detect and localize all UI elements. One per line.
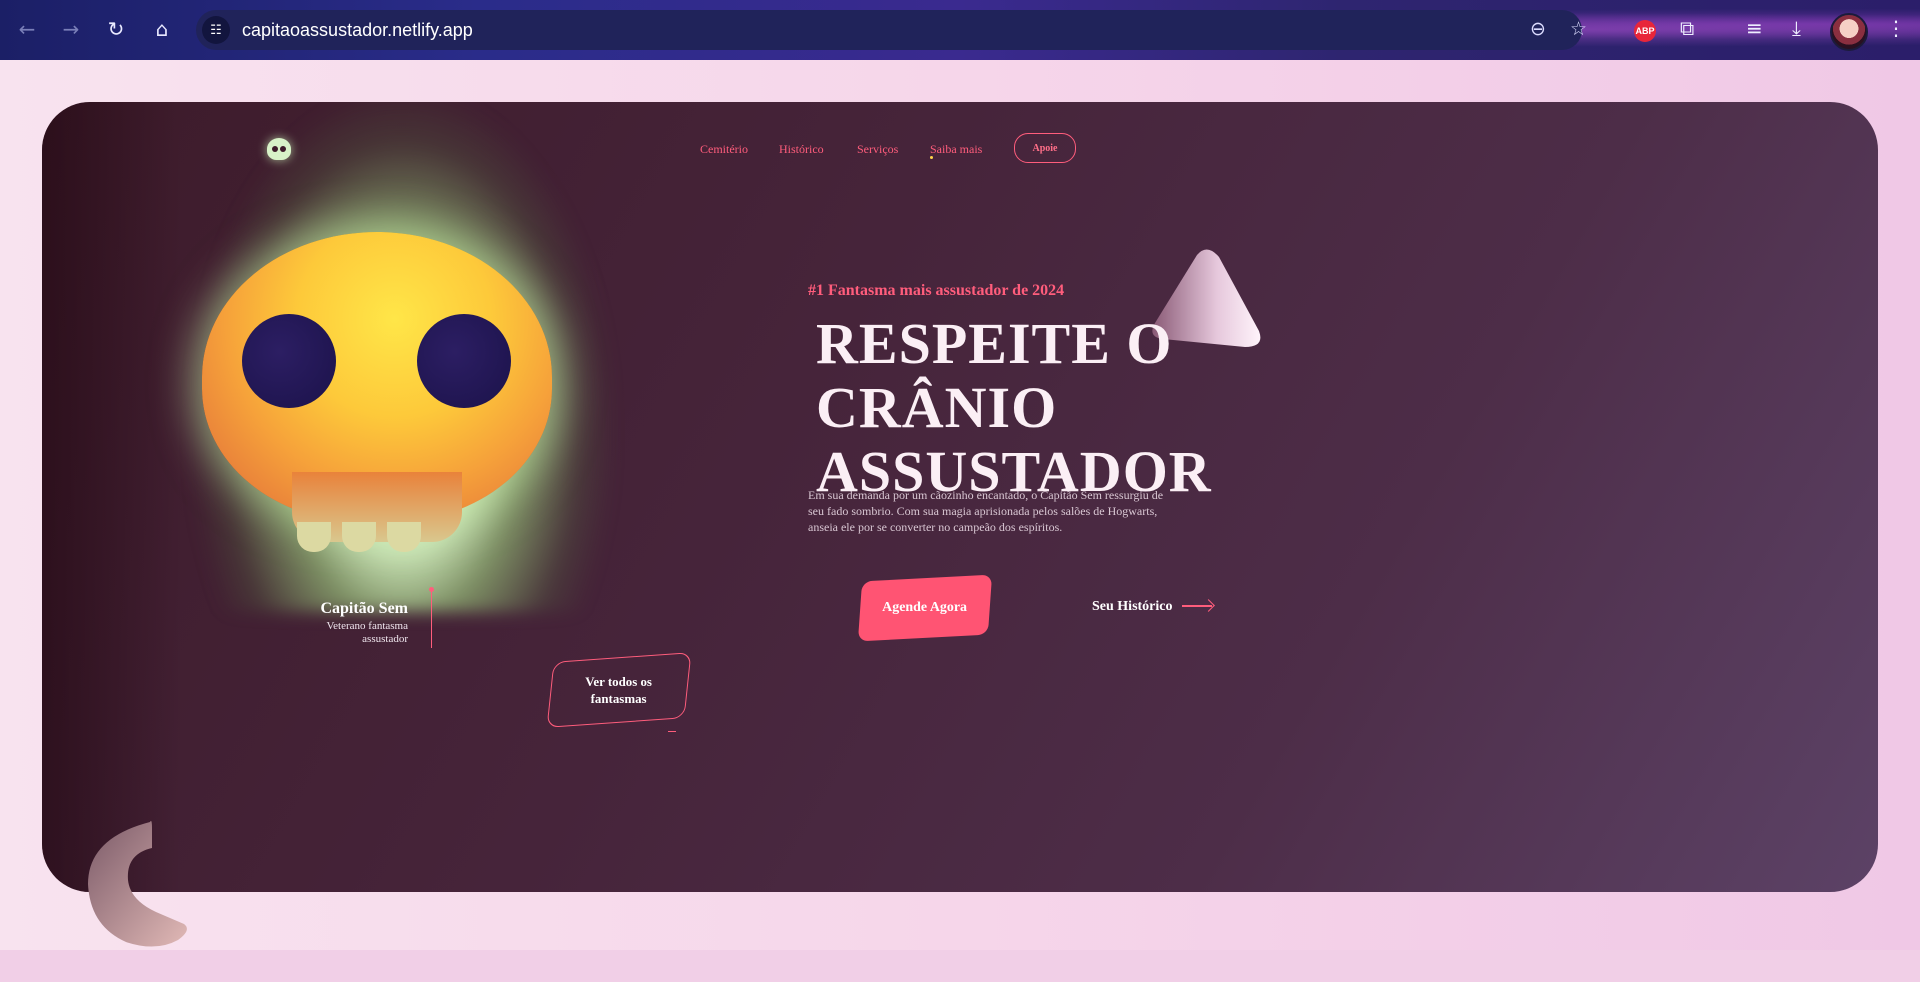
skull-eye-right (417, 314, 511, 408)
seu-historico-link[interactable]: Seu Histórico (1092, 599, 1173, 615)
adblock-extension-icon[interactable]: ABP (1634, 20, 1656, 42)
nav-item-saiba-mais[interactable]: Saiba mais (930, 142, 982, 157)
skull-tooth (297, 522, 331, 552)
nav-item-historico[interactable]: Histórico (779, 142, 824, 157)
hero-title-line: RESPEITE O (816, 311, 1173, 376)
browser-menu-icon[interactable]: ⋮ (1886, 16, 1906, 40)
page-bottom-strip (0, 950, 1920, 982)
site-info-icon: ☷ (210, 22, 222, 38)
profile-divider (429, 587, 434, 648)
profile-avatar[interactable] (1830, 13, 1868, 51)
ver-todos-line: Ver todos os (585, 674, 653, 690)
address-bar[interactable]: ☷ capitaoassustador.netlify.app ⊖ ☆ (196, 10, 1587, 50)
agende-agora-button[interactable]: Agende Agora (857, 574, 993, 642)
profile-name: Capitão Sem (320, 600, 408, 617)
skull-tooth (387, 522, 421, 552)
skull-illustration (202, 232, 552, 552)
forward-arrow-icon: → (62, 17, 80, 41)
url-text[interactable]: capitaoassustador.netlify.app (242, 20, 473, 41)
profile-subtitle-line: assustador (362, 633, 408, 645)
browser-toolbar: ← → ↻ ⌂ ☷ capitaoassustador.netlify.app … (0, 0, 1920, 60)
forward-button[interactable]: → (56, 14, 86, 44)
nav-item-servicos[interactable]: Serviços (857, 142, 898, 157)
media-control-icon[interactable]: ≡ (1746, 16, 1763, 40)
decorative-dash (668, 731, 676, 732)
c-shape-decoration (86, 818, 196, 953)
profile-subtitle-line: Veterano fantasma (326, 620, 408, 632)
zoom-icon[interactable]: ⊖ (1530, 18, 1546, 40)
arrow-right-icon (1182, 605, 1212, 607)
skull-eye-left (242, 314, 336, 408)
agende-agora-label: Agende Agora (882, 600, 968, 615)
hero-title: RESPEITE O CRÂNIO ASSUSTADOR (816, 312, 1316, 504)
ver-todos-fantasmas-button[interactable]: Ver todos os fantasmas (546, 652, 692, 728)
back-arrow-icon: ← (18, 17, 36, 41)
hero-description: Em sua demanda por um cãozinho encantado… (808, 488, 1164, 534)
extensions-icon[interactable]: ⧉ (1680, 16, 1694, 40)
profile-subtitle: Veterano fantasma assustador (282, 620, 408, 646)
home-button[interactable]: ⌂ (147, 14, 177, 44)
back-button[interactable]: ← (12, 14, 42, 44)
ver-todos-line: fantasmas (591, 690, 647, 706)
nav-active-dot (930, 156, 933, 159)
skull-logo-icon[interactable] (267, 138, 291, 160)
home-icon: ⌂ (155, 17, 169, 41)
downloads-icon[interactable]: ⤓ (1792, 16, 1801, 40)
bookmark-star-icon[interactable]: ☆ (1570, 18, 1587, 40)
nav-item-cemiterio[interactable]: Cemitério (700, 142, 748, 157)
hero-title-line: CRÂNIO (816, 375, 1058, 440)
reload-icon: ↻ (107, 17, 125, 41)
apoie-button[interactable]: Apoie (1014, 133, 1076, 163)
hero-card: Cemitério Histórico Serviços Saiba mais … (42, 102, 1878, 892)
site-info-button[interactable]: ☷ (202, 16, 230, 44)
skull-tooth (342, 522, 376, 552)
reload-button[interactable]: ↻ (101, 14, 131, 44)
ver-todos-label: Ver todos os fantasmas (586, 673, 653, 707)
hero-tagline: #1 Fantasma mais assustador de 2024 (808, 282, 1065, 299)
